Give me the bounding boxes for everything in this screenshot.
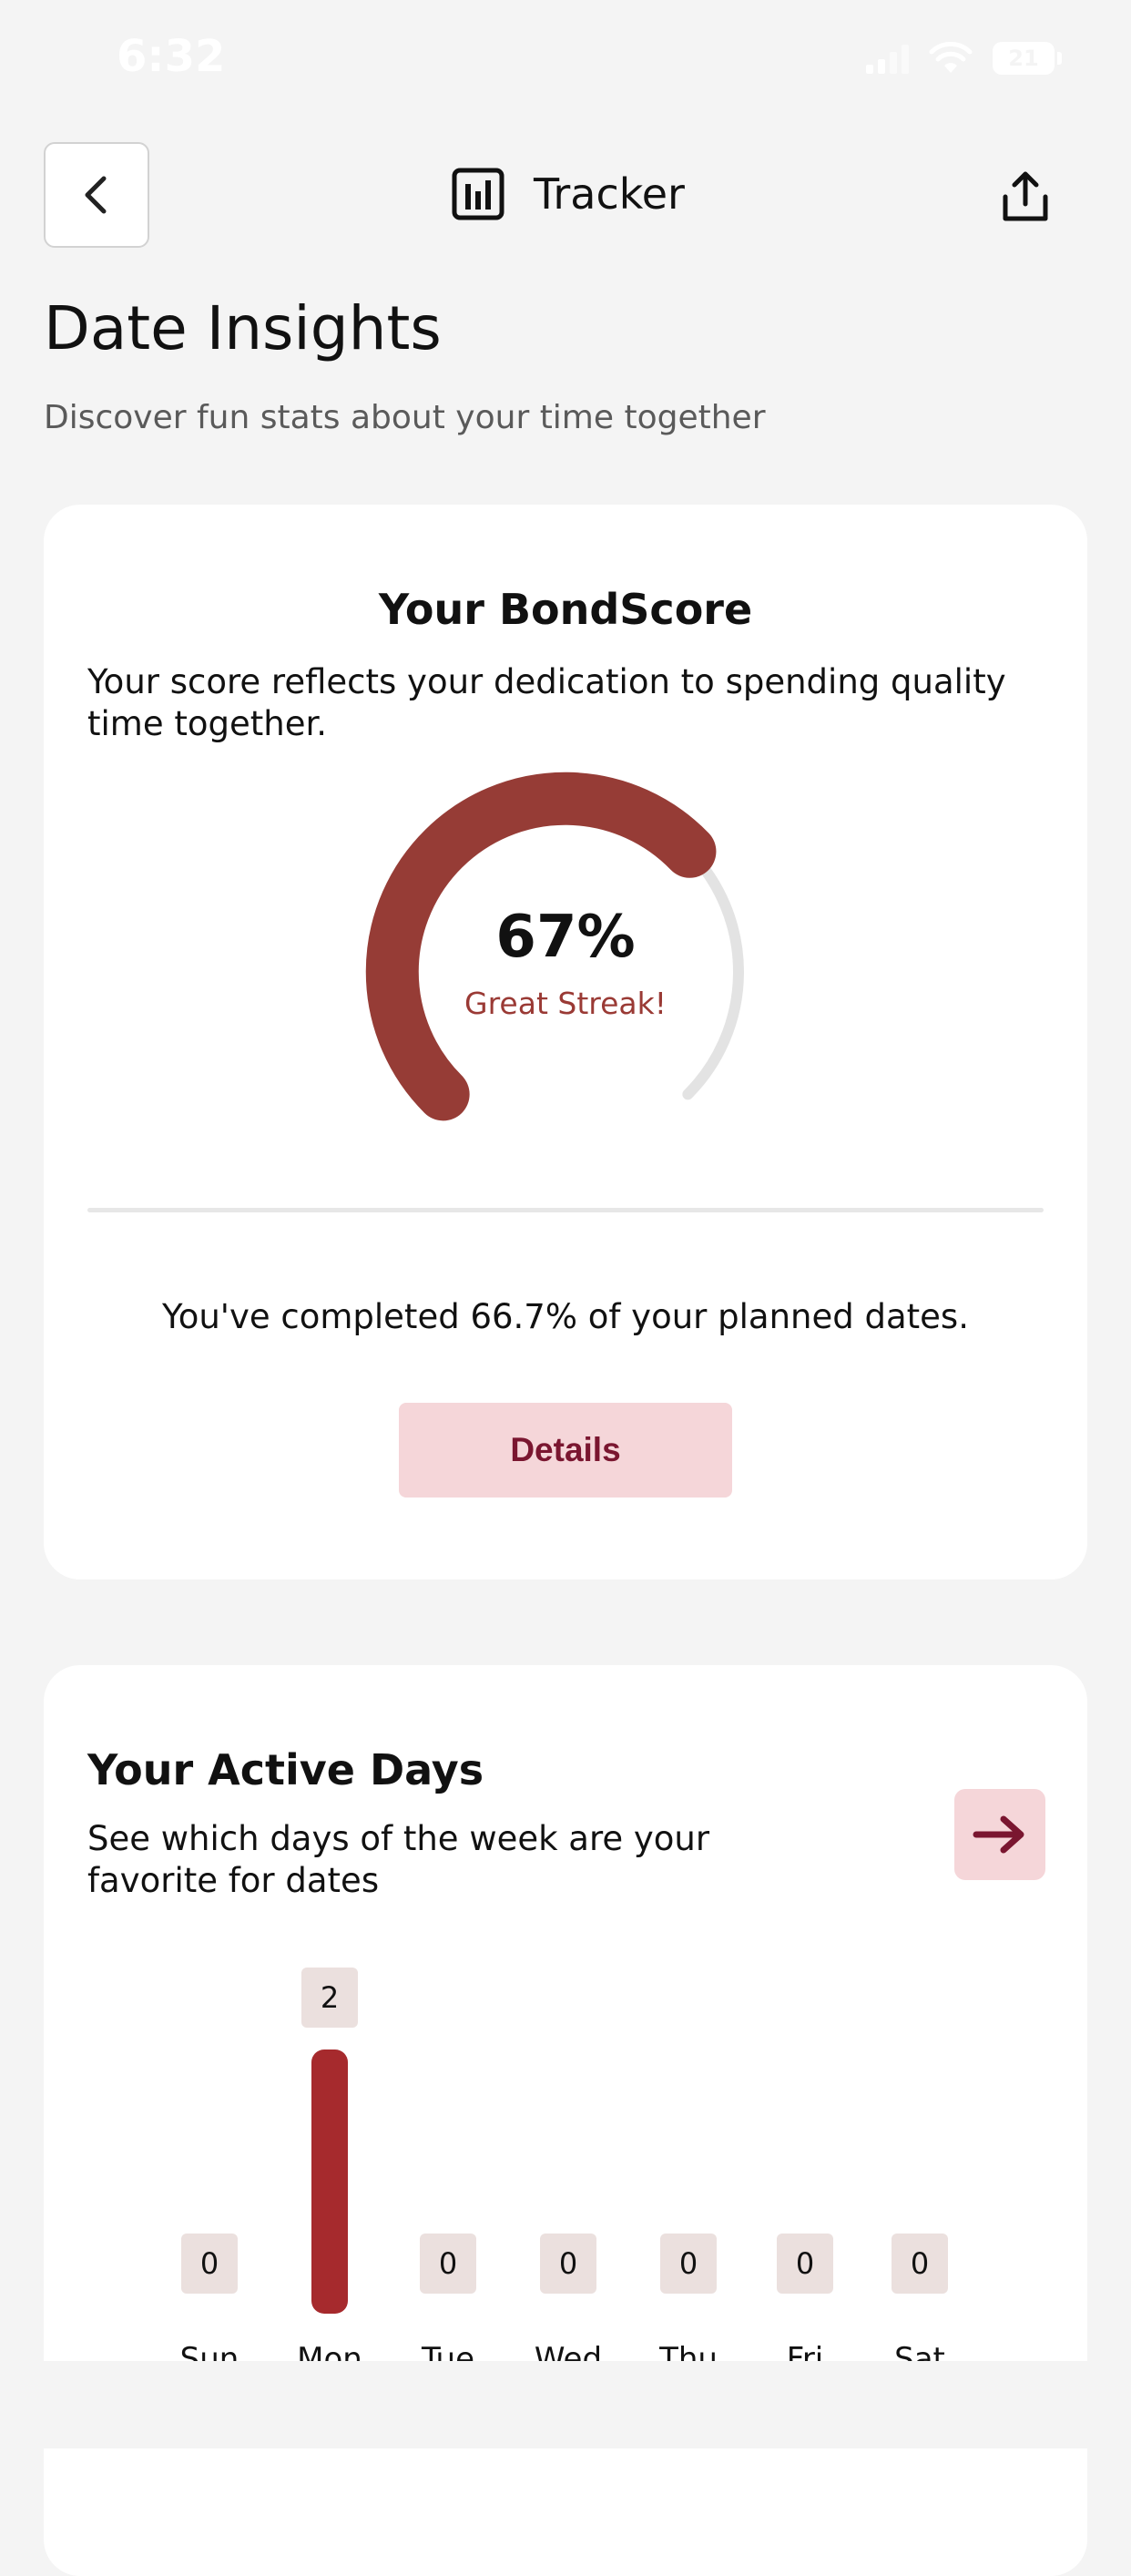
battery-icon: 21 (993, 42, 1062, 75)
bar-value-sun: 0 (181, 2234, 238, 2294)
bondscore-description: Your score reflects your dedication to s… (87, 662, 1006, 743)
details-button[interactable]: Details (399, 1403, 732, 1498)
bar-value-wed: 0 (540, 2234, 596, 2294)
bar-value-mon: 2 (301, 1968, 358, 2028)
wifi-icon (929, 42, 973, 73)
bondscore-status: Great Streak! (464, 986, 667, 1021)
bar-value-sat: 0 (892, 2234, 948, 2294)
page-subtitle: Discover fun stats about your time toget… (44, 399, 766, 436)
back-button[interactable] (44, 142, 149, 248)
bar-mon (311, 2050, 348, 2314)
status-bar: 6:32 21 (0, 0, 1131, 118)
nav-title: Tracker (534, 169, 685, 219)
bottom-edge (0, 2361, 1131, 2448)
bar-value-thu: 0 (660, 2234, 717, 2294)
cellular-signal-icon (866, 43, 909, 74)
status-icons: 21 (866, 40, 1062, 77)
completion-text: You've completed 66.7% of your planned d… (162, 1297, 969, 1336)
nav-bar: Tracker (0, 142, 1131, 250)
bar-value-tue: 0 (420, 2234, 476, 2294)
share-icon (1003, 171, 1048, 221)
bondscore-gauge (365, 772, 744, 1121)
bondscore-card: Your BondScore Your score reflects your … (44, 505, 1087, 1579)
gauge-track (682, 845, 744, 1100)
bondscore-percent: 67% (495, 904, 636, 971)
bondscore-title: Your BondScore (378, 585, 753, 634)
bar-chart-icon (452, 168, 504, 220)
page-title: Date Insights (44, 293, 442, 363)
share-button[interactable] (996, 168, 1055, 226)
status-time: 6:32 (117, 31, 226, 82)
nav-title-group: Tracker (452, 168, 685, 220)
divider (87, 1208, 1044, 1212)
chevron-left-icon (85, 176, 107, 214)
bar-value-fri: 0 (777, 2234, 833, 2294)
